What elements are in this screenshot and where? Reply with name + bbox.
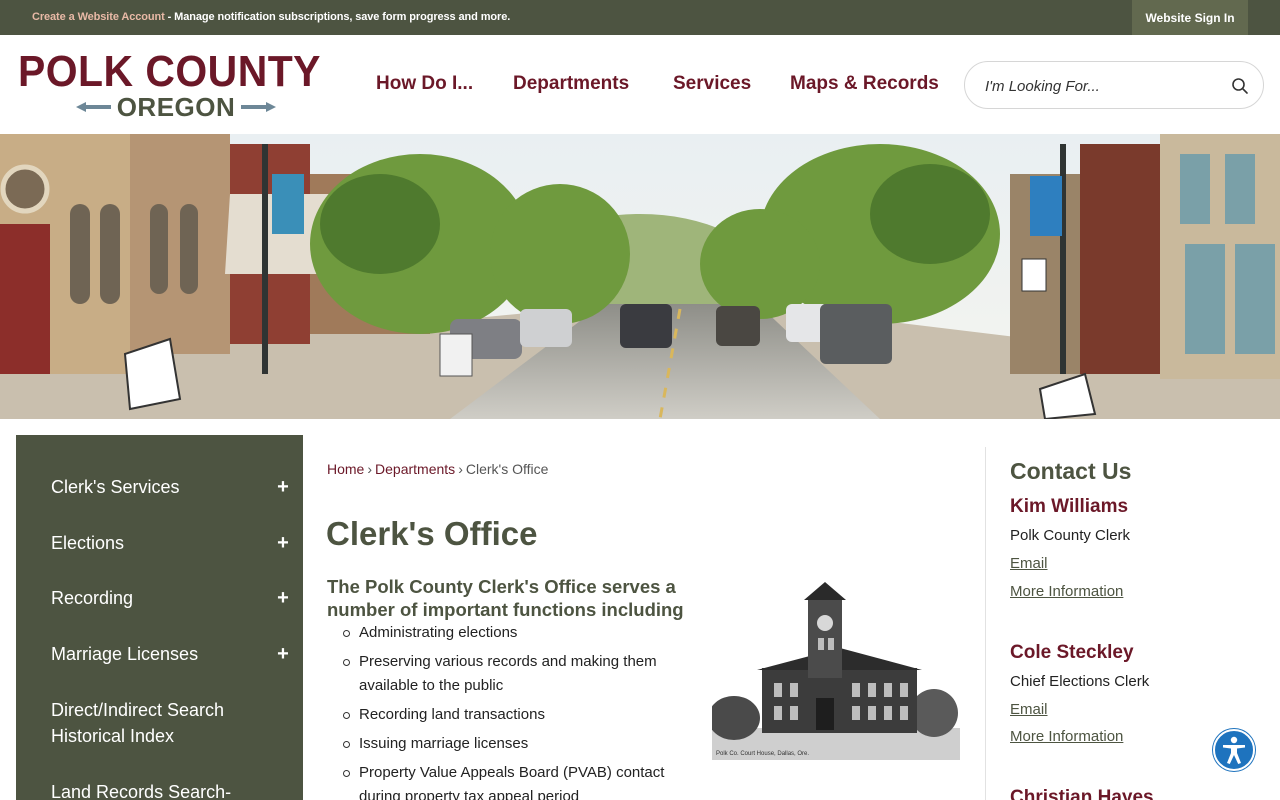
breadcrumb-departments[interactable]: Departments [375,461,455,477]
expand-plus-icon[interactable]: + [275,641,291,667]
nav-departments[interactable]: Departments [513,73,629,95]
contact-more-info-link[interactable]: More Information [1010,583,1123,600]
search-icon[interactable] [1231,77,1249,95]
accessibility-icon [1223,736,1245,764]
logo-rule-right [241,105,266,109]
contact-role: Chief Elections Clerk [1010,673,1150,690]
list-item: Property Value Appeals Board (PVAB) cont… [343,761,693,800]
logo-subtitle: OREGON [76,91,276,122]
accessibility-button[interactable] [1213,729,1255,771]
page-title: Clerk's Office [326,515,538,552]
breadcrumb-home[interactable]: Home [327,461,364,477]
duties-list: Administrating elections Preserving vari… [343,621,693,800]
expand-plus-icon[interactable]: + [275,474,291,500]
breadcrumb-separator: › [367,461,373,477]
contact-name: Christian Hayes [1010,787,1154,800]
hero-banner [0,134,1280,419]
sidebar-item-label: Recording [51,588,134,608]
sidebar-item-label: Elections [51,533,125,553]
sidebar-item-label: Marriage Licenses [51,644,199,664]
sidebar-item-label: Land Records Search- [51,782,232,800]
intro-heading: The Polk County Clerk's Office serves a … [327,576,684,620]
logo-arrow-right-icon [265,102,276,112]
expand-plus-icon[interactable]: + [275,585,291,611]
rail-divider [985,447,986,800]
contact-role: Polk County Clerk [1010,527,1131,544]
logo-state: OREGON [116,91,236,122]
list-item: Recording land transactions [343,703,693,727]
courthouse-photo: Polk Co. Court House, Dallas, Ore. [708,578,960,760]
site-header: POLK COUNTY OREGON How Do I... Departmen… [0,35,1280,134]
nav-services[interactable]: Services [673,73,751,95]
downtown-street-photo [0,134,1280,419]
logo-title: POLK COUNTY [18,47,321,96]
breadcrumb: Home › Departments › Clerk's Office [327,461,548,477]
contact-us-heading: Contact Us [1010,458,1132,484]
expand-plus-icon[interactable]: + [275,530,291,556]
top-utility-bar: Create a Website Account - Manage notifi… [0,0,1280,35]
nav-how-do-i[interactable]: How Do I... [376,73,473,95]
contact-name: Cole Steckley [1010,642,1134,663]
list-item: Issuing marriage licenses [343,732,693,756]
contact-email-link[interactable]: Email [1010,555,1048,572]
breadcrumb-current: Clerk's Office [465,461,549,477]
search-input[interactable] [985,75,1225,97]
list-item: Preserving various records and making th… [343,650,693,698]
sidebar-item-label: Clerk's Services [51,477,180,497]
site-search [964,61,1264,109]
contact-email-link[interactable]: Email [1010,701,1048,718]
account-message: Create a Website Account - Manage notifi… [32,11,510,23]
courthouse-image: Polk Co. Court House, Dallas, Ore. [708,578,960,760]
sidebar-item-label: Direct/Indirect Search Historical Index [51,700,225,746]
logo-rule-left [86,105,111,109]
polk-county-logo[interactable]: POLK COUNTY OREGON [16,50,342,122]
website-sign-in-button[interactable]: Website Sign In [1132,0,1248,35]
sidebar-nav: Clerk's Services + Elections + Recording… [16,435,303,800]
account-message-text: - Manage notification subscriptions, sav… [164,11,511,23]
photo-caption: Polk Co. Court House, Dallas, Ore. [716,751,809,757]
nav-maps-records[interactable]: Maps & Records [790,73,939,95]
logo-arrow-left-icon [76,102,86,112]
contact-more-info-link[interactable]: More Information [1010,728,1123,745]
create-account-link[interactable]: Create a Website Account [32,11,165,23]
breadcrumb-separator: › [458,461,463,477]
contact-name: Kim Williams [1010,496,1129,517]
list-item: Administrating elections [343,621,693,645]
